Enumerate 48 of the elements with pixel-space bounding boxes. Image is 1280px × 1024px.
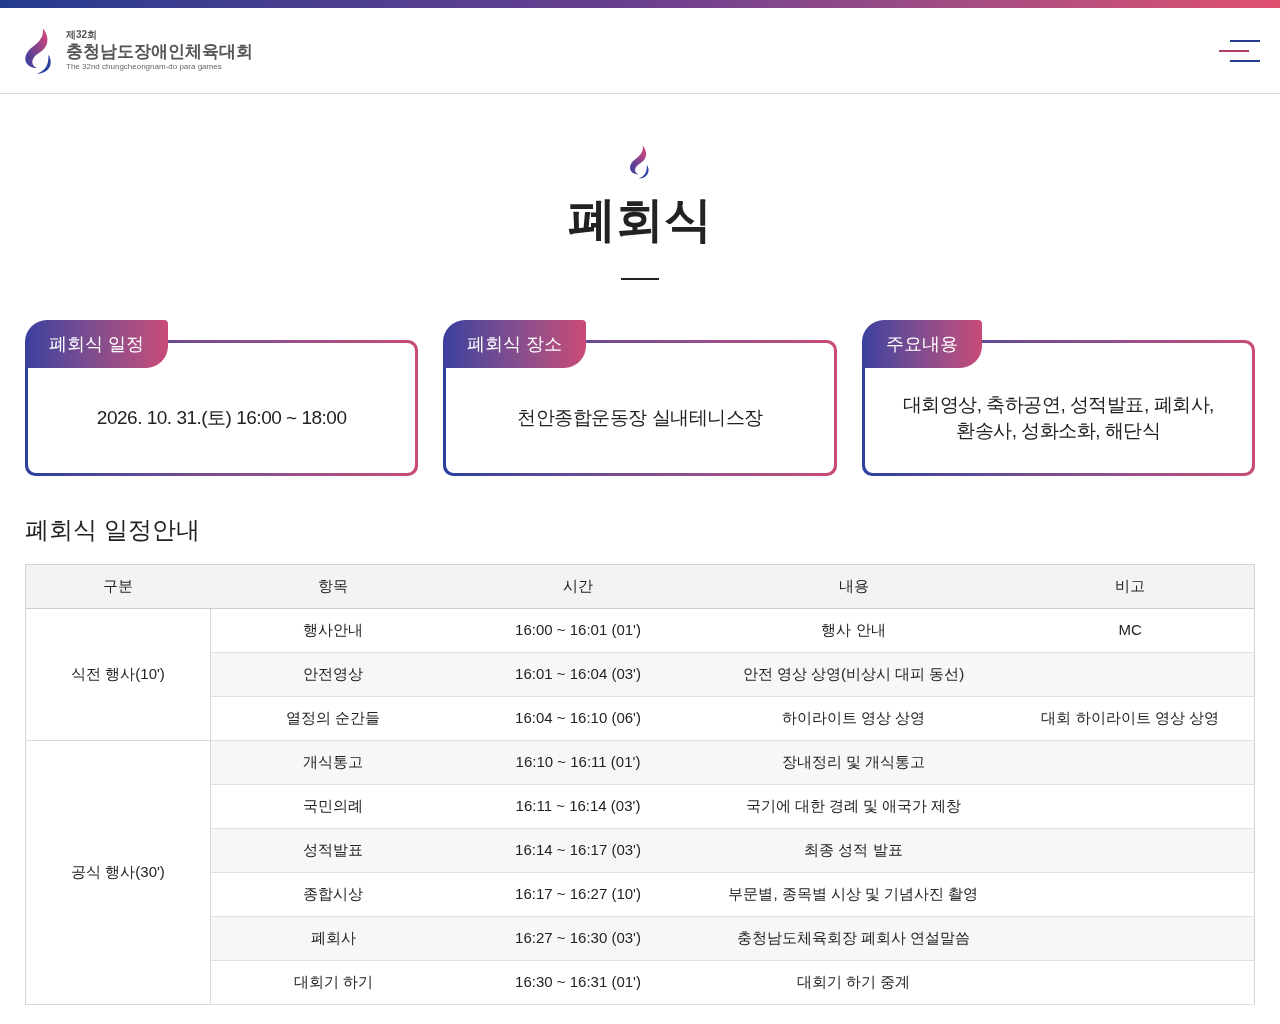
column-header: 비고	[1006, 564, 1255, 609]
table-cell: 행사 안내	[700, 608, 1007, 653]
menu-icon[interactable]	[1216, 39, 1260, 62]
column-header: 구분	[25, 564, 211, 609]
table-cell: 16:11 ~ 16:14 (03')	[455, 784, 701, 829]
logo-name: 충청남도장애인체육대회	[66, 41, 253, 63]
table-cell: 국기에 대한 경례 및 애국가 제창	[700, 784, 1007, 829]
table-cell: 16:17 ~ 16:27 (10')	[455, 872, 701, 917]
table-cell: 개식통고	[210, 740, 456, 785]
table-cell: 16:00 ~ 16:01 (01')	[455, 608, 701, 653]
info-text: 대회영상, 축하공연, 성적발표, 폐회사, 환송사, 성화소화, 해단식	[901, 393, 1215, 443]
info-label: 폐회식 장소	[443, 320, 587, 368]
table-cell: MC	[1118, 621, 1142, 639]
table-cell: 행사안내	[210, 608, 456, 653]
table-cell: 안전영상	[210, 652, 456, 697]
table-cell: 안전 영상 상영(비상시 대피 동선)	[700, 652, 1007, 697]
info-text: 천안종합운동장 실내테니스장	[517, 406, 763, 430]
table-cell: 16:30 ~ 16:31 (01')	[455, 960, 701, 1005]
group-cell: 공식 행사(30')	[25, 740, 211, 1005]
table-cell: 16:04 ~ 16:10 (06')	[455, 696, 701, 741]
table-cell: 16:27 ~ 16:30 (03')	[455, 916, 701, 961]
table-cell: 대회 하이라이트 영상 상영	[1041, 709, 1219, 727]
table-cell: 폐회사	[210, 916, 456, 961]
table-cell: 장내정리 및 개식통고	[700, 740, 1007, 785]
info-label: 주요내용	[861, 320, 982, 368]
table-cell: 대회기 하기 중계	[700, 960, 1007, 1005]
logo-english: The 32nd chungcheongnam-do para games	[66, 62, 223, 73]
table-cell: 최종 성적 발표	[700, 828, 1007, 873]
info-label: 폐회식 일정	[25, 320, 168, 368]
table-cell: 16:14 ~ 16:17 (03')	[455, 828, 701, 873]
group-cell: 식전 행사(10')	[25, 608, 211, 741]
logo-edition: 제32회	[66, 28, 99, 42]
table-cell: 국민의례	[210, 784, 456, 829]
table-cell: 성적발표	[210, 828, 456, 873]
column-header: 시간	[455, 564, 701, 609]
table-cell: 대회기 하기	[210, 960, 456, 1005]
table-cell: 하이라이트 영상 상영	[700, 696, 1007, 741]
table-cell: 부문별, 종목별 시상 및 기념사진 촬영	[700, 872, 1007, 917]
info-text: 2026. 10. 31.(토) 16:00 ~ 18:00	[96, 406, 347, 430]
table-cell: 충청남도체육회장 폐회사 연설말씀	[700, 916, 1007, 961]
table-cell: 16:10 ~ 16:11 (01')	[455, 740, 701, 785]
page-title: 폐회식	[568, 192, 712, 248]
table-cell: 16:01 ~ 16:04 (03')	[455, 652, 701, 697]
table-cell: 종합시상	[210, 872, 456, 917]
column-header: 항목	[210, 564, 456, 609]
section-title: 폐회식 일정안내	[25, 515, 201, 545]
table-cell: 열정의 순간들	[210, 696, 456, 741]
column-header: 내용	[700, 564, 1007, 609]
